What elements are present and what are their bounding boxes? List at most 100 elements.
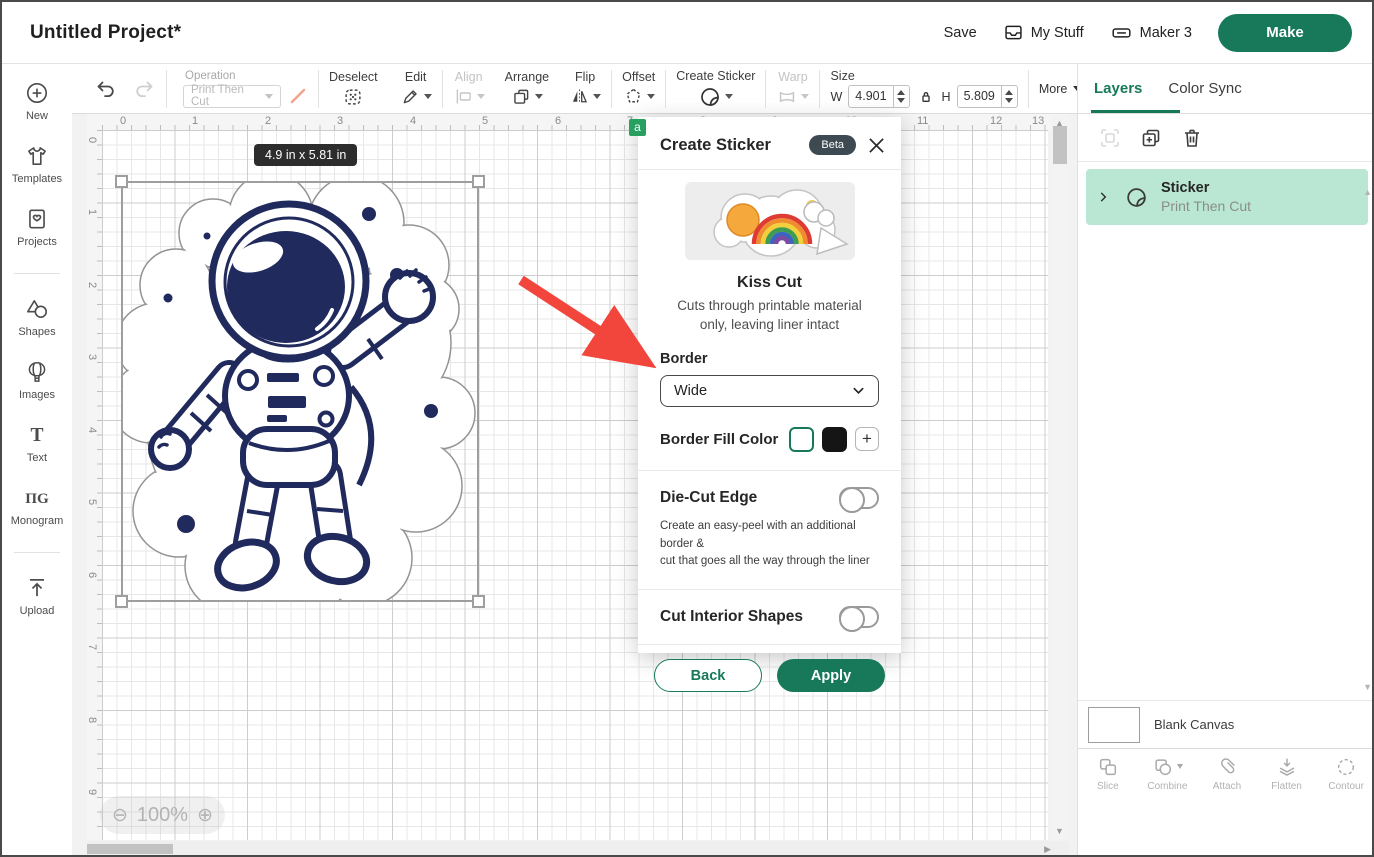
canvas-horizontal-scrollbar[interactable]: ▶	[87, 841, 1069, 857]
width-stepper[interactable]: 4.901	[848, 85, 909, 108]
layer-row-sticker[interactable]: Sticker Print Then Cut	[1086, 169, 1368, 225]
cut-interior-shapes-toggle[interactable]	[839, 606, 879, 628]
multi-select-icon[interactable]	[1098, 126, 1122, 150]
cut-interior-shapes-label: Cut Interior Shapes	[660, 608, 803, 626]
kiss-cut-illustration	[685, 182, 855, 260]
flip-icon	[569, 86, 590, 107]
design-canvas[interactable]: 0 1 2 3 4 5 6 7 8 9 10 11 12 13 0 1 2 3 …	[72, 114, 1077, 857]
slice-button[interactable]: Slice	[1078, 756, 1138, 792]
my-stuff-button[interactable]: My Stuff	[1003, 22, 1084, 43]
pencil-icon	[400, 86, 421, 107]
add-color-button[interactable]: +	[855, 427, 879, 451]
apply-button[interactable]: Apply	[777, 659, 885, 692]
layers-panel: Layers Color Sync	[1077, 64, 1374, 855]
border-fill-color-label: Border Fill Color	[660, 431, 778, 448]
sidebar-item-upload[interactable]: Upload	[20, 575, 55, 617]
list-scroll-up-icon[interactable]: ▲	[1363, 187, 1372, 197]
ruler-horizontal: 0 1 2 3 4 5 6 7 8 9 10 11 12 13	[87, 114, 1069, 130]
flatten-icon	[1276, 756, 1298, 778]
cricut-design-space-window: Untitled Project* Save My Stuff	[0, 0, 1374, 857]
duplicate-icon[interactable]	[1139, 126, 1163, 150]
selection-handle-bottom-left[interactable]	[115, 595, 128, 608]
deselect-button[interactable]: Deselect	[329, 65, 378, 113]
scroll-down-icon[interactable]: ▼	[1055, 826, 1064, 836]
fill-color-black-swatch[interactable]	[822, 427, 847, 452]
project-title[interactable]: Untitled Project*	[30, 22, 181, 44]
make-button[interactable]: Make	[1218, 14, 1352, 52]
tray-icon	[1003, 22, 1024, 43]
height-label: H	[942, 90, 951, 104]
trash-icon[interactable]	[1180, 126, 1204, 150]
height-stepper[interactable]: 5.809	[957, 85, 1018, 108]
sidebar-item-new[interactable]: New	[24, 80, 50, 122]
create-sticker-button[interactable]: Create Sticker	[676, 65, 755, 113]
canvas-color-swatch[interactable]	[1088, 707, 1140, 743]
sidebar-item-projects[interactable]: Projects	[17, 206, 57, 248]
attach-icon	[1216, 756, 1238, 778]
save-button[interactable]: Save	[944, 25, 977, 41]
arrange-button[interactable]: Arrange	[505, 65, 549, 113]
sticker-icon	[698, 85, 722, 109]
flatten-button[interactable]: Flatten	[1257, 756, 1317, 792]
svg-text:T: T	[30, 425, 43, 446]
hot-air-balloon-icon	[24, 359, 50, 385]
border-dropdown[interactable]: Wide	[660, 375, 879, 407]
undo-button[interactable]	[94, 77, 118, 101]
die-cut-edge-toggle[interactable]	[839, 487, 879, 509]
align-icon	[453, 86, 474, 107]
blank-canvas-label: Blank Canvas	[1154, 717, 1234, 732]
more-button[interactable]: More	[1039, 82, 1081, 96]
selection-handle-top-right[interactable]	[472, 175, 485, 188]
ruler-vertical: 0 1 2 3 4 5 6 7 8 9	[87, 130, 102, 840]
sidebar-item-images[interactable]: Images	[19, 359, 55, 401]
sidebar-item-shapes[interactable]: Shapes	[18, 296, 55, 338]
new-plus-icon	[24, 80, 50, 106]
align-button[interactable]: Align	[453, 65, 485, 113]
warp-icon	[776, 86, 798, 108]
vertical-scroll-thumb[interactable]	[1053, 126, 1067, 164]
list-scroll-down-icon[interactable]: ▼	[1363, 682, 1372, 692]
warp-button[interactable]: Warp	[776, 65, 809, 113]
flip-button[interactable]: Flip	[569, 65, 601, 113]
edit-button[interactable]: Edit	[400, 65, 432, 113]
dialog-title: Create Sticker	[660, 136, 771, 155]
tab-layers[interactable]: Layers	[1094, 80, 1142, 97]
expand-chevron-icon[interactable]	[1096, 190, 1110, 204]
combine-button[interactable]: Combine	[1138, 756, 1198, 792]
combine-icon	[1152, 756, 1174, 778]
back-button[interactable]: Back	[654, 659, 762, 692]
layer-operation: Print Then Cut	[1161, 198, 1251, 214]
die-cut-edge-label: Die-Cut Edge	[660, 489, 757, 507]
print-color-pen-icon[interactable]	[288, 86, 308, 106]
selection-bounding-box[interactable]	[121, 181, 479, 602]
tab-color-sync[interactable]: Color Sync	[1168, 80, 1241, 97]
lock-ratio-icon[interactable]	[918, 89, 934, 105]
slice-icon	[1097, 756, 1119, 778]
close-icon[interactable]	[868, 137, 885, 154]
blank-canvas-row[interactable]: Blank Canvas	[1078, 700, 1374, 748]
selection-handle-bottom-right[interactable]	[472, 595, 485, 608]
redo-button[interactable]	[132, 77, 156, 101]
operation-dropdown[interactable]: Print Then Cut	[183, 85, 281, 108]
canvas-vertical-scrollbar[interactable]: ▲ ▼	[1051, 115, 1069, 839]
horizontal-scroll-thumb[interactable]	[87, 844, 173, 854]
sidebar-item-text[interactable]: T Text	[24, 422, 50, 464]
machine-icon	[1110, 22, 1133, 43]
text-icon: T	[24, 422, 50, 448]
fill-color-white-swatch[interactable]	[789, 427, 814, 452]
selection-handle-top-left[interactable]	[115, 175, 128, 188]
scroll-right-icon[interactable]: ▶	[1044, 844, 1051, 855]
attach-button[interactable]: Attach	[1197, 756, 1257, 792]
width-label: W	[830, 90, 842, 104]
sidebar-item-templates[interactable]: Templates	[12, 143, 62, 185]
layer-name: Sticker	[1161, 180, 1251, 196]
zoom-in-button[interactable]: ⊕	[197, 804, 213, 827]
sidebar-item-monogram[interactable]: ΠG Monogram	[11, 485, 64, 527]
border-label: Border	[660, 351, 879, 367]
offset-icon	[623, 86, 644, 107]
contour-button[interactable]: Contour	[1316, 756, 1374, 792]
operation-label: Operation	[185, 70, 308, 82]
offset-button[interactable]: Offset	[622, 65, 655, 113]
zoom-out-button[interactable]: ⊖	[112, 804, 128, 827]
machine-selector[interactable]: Maker 3	[1110, 22, 1192, 43]
